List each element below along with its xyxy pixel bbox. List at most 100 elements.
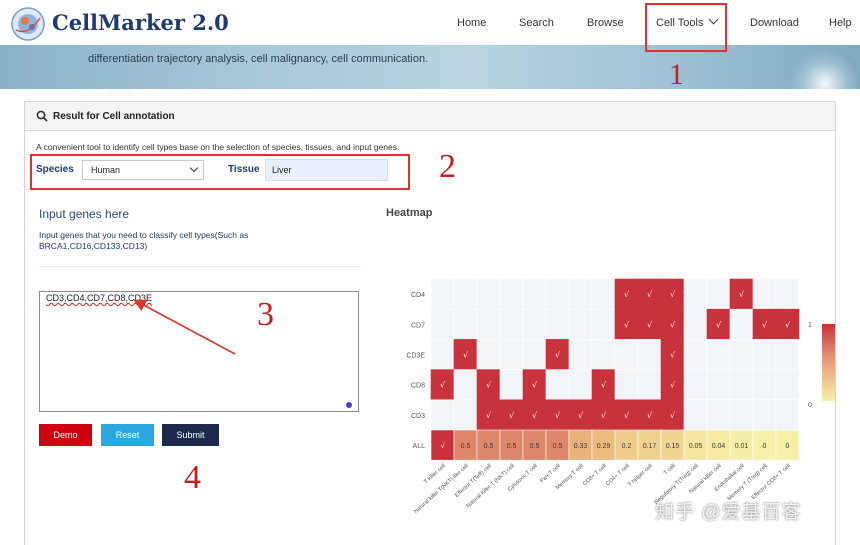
submit-button[interactable]: Submit: [162, 424, 219, 446]
cell-value-label: 0.5: [507, 443, 517, 450]
row-label: CD4: [411, 292, 425, 299]
heatmap-cell[interactable]: [499, 278, 524, 310]
heatmap-cell[interactable]: [545, 308, 570, 340]
heatmap-cell[interactable]: [453, 399, 478, 431]
nav-download[interactable]: Download: [750, 17, 799, 29]
heatmap-cell[interactable]: [637, 369, 662, 401]
tool-description: A convenient tool to identify cell types…: [36, 142, 400, 152]
cell-value-label: 0.5: [553, 443, 563, 450]
heatmap-cell[interactable]: [729, 308, 754, 340]
cellmarker-logo-icon: [11, 7, 45, 41]
heatmap-cell[interactable]: [752, 339, 777, 370]
heatmap-cell[interactable]: [614, 339, 639, 370]
heatmap-cell[interactable]: [706, 339, 731, 370]
heatmap-cell[interactable]: [683, 278, 708, 310]
heatmap-cell[interactable]: [591, 278, 616, 310]
nav-help[interactable]: Help: [829, 17, 852, 29]
heatmap-cell[interactable]: [545, 369, 570, 401]
heatmap-cell[interactable]: [522, 339, 547, 370]
heatmap-cell[interactable]: [729, 369, 754, 401]
heatmap-cell[interactable]: [430, 308, 455, 340]
heatmap-cell[interactable]: [430, 278, 455, 310]
panel-title: Result for Cell annotation: [53, 111, 175, 122]
heatmap-cell[interactable]: [499, 369, 524, 401]
heatmap-cell[interactable]: [775, 399, 800, 431]
heatmap-cell[interactable]: [499, 339, 524, 370]
heatmap-cell[interactable]: [430, 339, 455, 370]
cell-check-mark: √: [463, 351, 469, 360]
heatmap-cell[interactable]: [775, 278, 800, 310]
heatmap-cell[interactable]: [568, 308, 593, 340]
heatmap-cell[interactable]: [591, 339, 616, 370]
heatmap-cell[interactable]: [706, 399, 731, 431]
heatmap-cell[interactable]: [706, 369, 731, 401]
heatmap-cell[interactable]: [499, 308, 524, 340]
demo-button[interactable]: Demo: [39, 424, 92, 446]
cell-value-label: 0.5: [484, 443, 494, 450]
heatmap-cell[interactable]: [752, 278, 777, 310]
cell-check-mark: √: [647, 290, 653, 299]
heatmap-cell[interactable]: [453, 278, 478, 310]
nav-home[interactable]: Home: [457, 17, 486, 29]
cell-check-mark: √: [486, 381, 492, 390]
cell-check-mark: √: [785, 320, 791, 329]
search-icon: [36, 110, 48, 122]
scale-tick-label: 1: [808, 322, 812, 329]
cell-check-mark: √: [555, 351, 561, 360]
banner-text: differentiation trajectory analysis, cel…: [88, 53, 429, 65]
column-label: T helper cell: [627, 463, 654, 488]
cell-check-mark: √: [716, 320, 722, 329]
reset-button[interactable]: Reset: [101, 424, 154, 446]
heatmap-cell[interactable]: [568, 339, 593, 370]
heatmap-cell[interactable]: [522, 308, 547, 340]
watermark: 知乎 @爱基百客: [655, 502, 802, 523]
brand-title[interactable]: CellMarker 2.0: [52, 10, 229, 35]
heatmap-cell[interactable]: [683, 308, 708, 340]
tissue-field[interactable]: Liver: [265, 159, 388, 181]
row-label: CD8: [411, 383, 425, 390]
heatmap-cell[interactable]: [706, 278, 731, 310]
cell-check-mark: √: [739, 290, 745, 299]
resize-handle[interactable]: [346, 402, 352, 408]
page: CellMarker 2.0 Home Search Browse Cell T…: [0, 0, 860, 545]
heatmap-cell[interactable]: [591, 308, 616, 340]
input-genes-help: Input genes that you need to classify ce…: [39, 230, 249, 251]
heatmap-cell[interactable]: [752, 399, 777, 431]
heatmap-cell[interactable]: [729, 399, 754, 431]
heatmap-cell[interactable]: [522, 278, 547, 310]
heatmap-cell[interactable]: [614, 369, 639, 401]
heatmap-cell[interactable]: [545, 278, 570, 310]
cell-check-mark: √: [486, 411, 492, 420]
cell-check-mark: √: [670, 351, 676, 360]
cell-value-label: 0.33: [574, 443, 588, 450]
nav-search[interactable]: Search: [519, 17, 554, 29]
heatmap-cell[interactable]: [453, 308, 478, 340]
heatmap-cell[interactable]: [752, 369, 777, 401]
species-label: Species: [36, 164, 74, 175]
species-select[interactable]: Human: [82, 160, 204, 180]
heatmap-cell[interactable]: [683, 369, 708, 401]
heatmap-cell[interactable]: [476, 308, 501, 340]
heatmap-cell[interactable]: [683, 399, 708, 431]
cell-value-label: 0.5: [530, 443, 540, 450]
heatmap-cell[interactable]: [568, 369, 593, 401]
cell-value-label: √: [441, 442, 445, 450]
heatmap-cell[interactable]: [568, 278, 593, 310]
heatmap-cell[interactable]: [729, 339, 754, 370]
divider: [39, 266, 361, 267]
row-label: CD3E: [406, 353, 425, 360]
cell-check-mark: √: [532, 381, 538, 390]
genes-textarea[interactable]: CD3,CD4,CD7,CD8,CD3E: [39, 291, 359, 412]
heatmap-cell[interactable]: [453, 369, 478, 401]
nav-browse[interactable]: Browse: [587, 17, 624, 29]
cell-check-mark: √: [624, 411, 630, 420]
heatmap-cell[interactable]: [775, 339, 800, 370]
heatmap-cell[interactable]: [476, 339, 501, 370]
cell-value-label: 0.04: [712, 443, 726, 450]
heatmap-cell[interactable]: [683, 339, 708, 370]
heatmap-cell[interactable]: [476, 278, 501, 310]
heatmap-cell[interactable]: [637, 339, 662, 370]
heatmap-cell[interactable]: [775, 369, 800, 401]
heatmap-cell[interactable]: [430, 399, 455, 431]
highlight-box-cell-tools: [645, 3, 727, 52]
